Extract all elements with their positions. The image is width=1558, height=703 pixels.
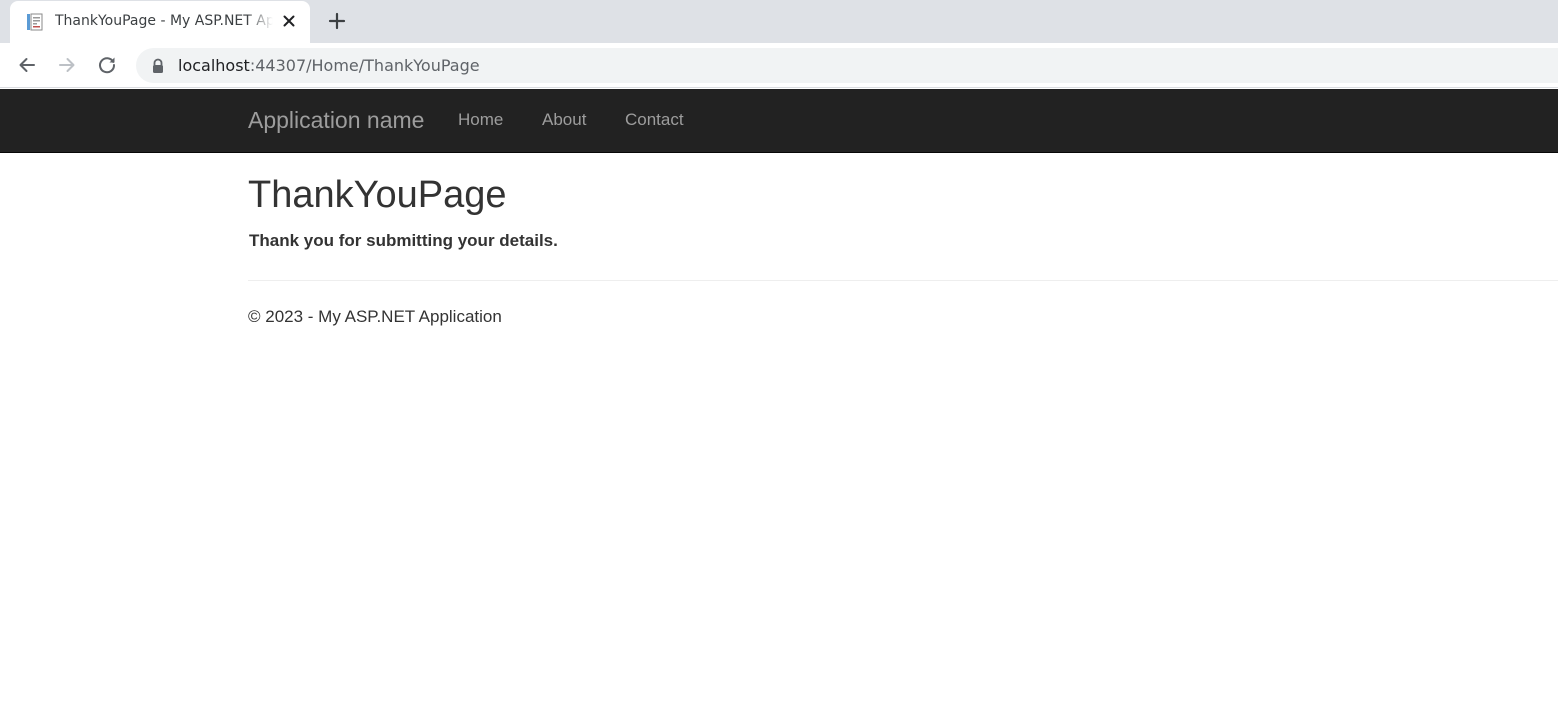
tab-title: ThankYouPage - My ASP.NET Application (55, 13, 273, 29)
close-icon[interactable] (281, 13, 297, 29)
new-tab-plus-icon[interactable] (326, 10, 348, 32)
browser-tabstrip: ThankYouPage - My ASP.NET Application (0, 0, 1558, 43)
browser-tab[interactable]: ThankYouPage - My ASP.NET Application (10, 1, 310, 43)
forward-arrow-icon[interactable] (56, 54, 78, 76)
document-icon (26, 13, 44, 31)
url-text: localhost:44307/Home/ThankYouPage (178, 56, 480, 75)
browser-toolbar: localhost:44307/Home/ThankYouPage (0, 43, 1558, 88)
nav-link-home[interactable]: Home (458, 110, 503, 130)
navbar-brand-link[interactable]: Application name (248, 107, 424, 134)
thank-you-message: Thank you for submitting your details. (249, 231, 558, 250)
page-title: ThankYouPage (248, 174, 507, 216)
nav-link-about[interactable]: About (542, 110, 586, 130)
lock-icon[interactable] (151, 58, 165, 74)
url-path: :44307/Home/ThankYouPage (249, 56, 480, 75)
nav-link-contact[interactable]: Contact (625, 110, 684, 130)
site-navbar: Application name Home About Contact (0, 89, 1558, 153)
footer-copyright: © 2023 - My ASP.NET Application (248, 307, 502, 326)
content-divider (248, 280, 1558, 281)
url-host: localhost (178, 56, 250, 75)
back-arrow-icon[interactable] (16, 54, 38, 76)
address-bar[interactable]: localhost:44307/Home/ThankYouPage (136, 48, 1558, 83)
reload-icon[interactable] (96, 54, 118, 76)
